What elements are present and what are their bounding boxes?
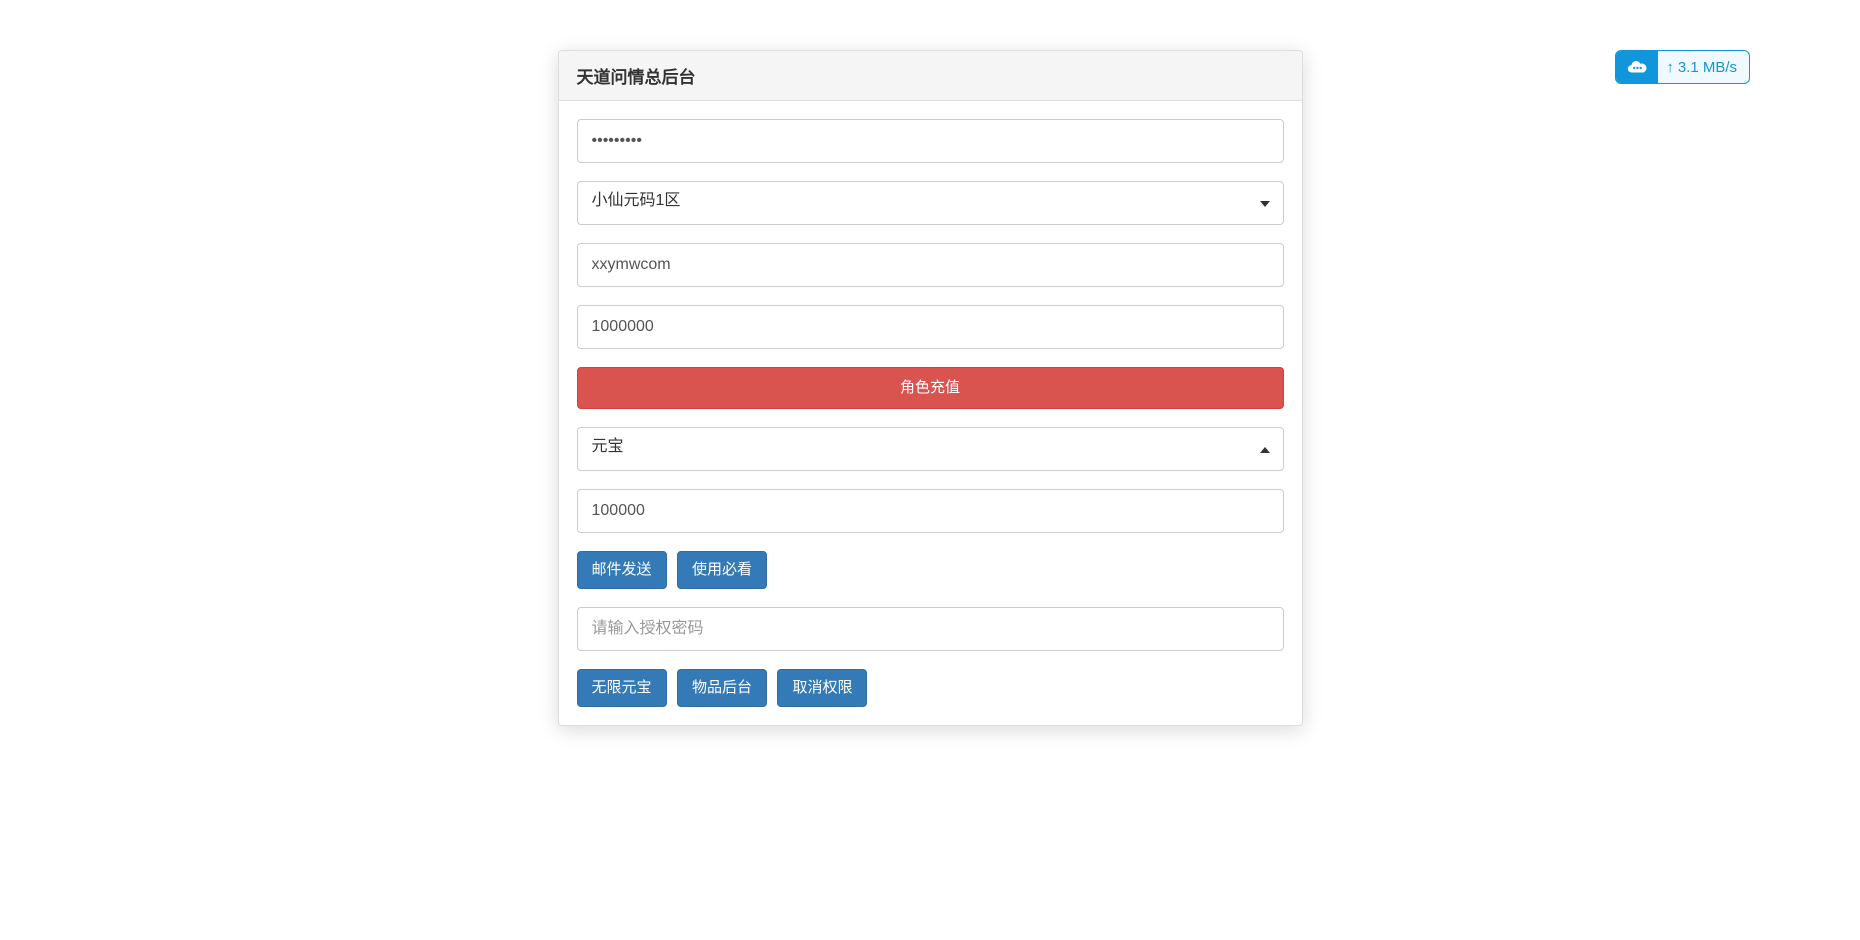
admin-panel: 天道问情总后台 小仙元码1区 角色充值 元宝 邮件发送 使用必看 — [558, 50, 1303, 726]
speed-text: ↑ 3.1 MB/s — [1658, 51, 1749, 83]
amount1-input[interactable] — [577, 305, 1284, 349]
password-input[interactable] — [577, 119, 1284, 163]
usage-button[interactable]: 使用必看 — [677, 551, 767, 589]
panel-header: 天道问情总后台 — [559, 51, 1302, 101]
item-admin-button[interactable]: 物品后台 — [677, 669, 767, 707]
cloud-icon — [1616, 51, 1658, 83]
unlimited-gold-button[interactable]: 无限元宝 — [577, 669, 667, 707]
speed-value: 3.1 MB/s — [1678, 59, 1737, 76]
amount2-input[interactable] — [577, 489, 1284, 533]
button-row-1: 邮件发送 使用必看 — [577, 551, 1284, 589]
panel-title: 天道问情总后台 — [577, 63, 1284, 88]
auth-password-input[interactable] — [577, 607, 1284, 651]
currency-select[interactable]: 元宝 — [577, 427, 1284, 471]
button-row-2: 无限元宝 物品后台 取消权限 — [577, 669, 1284, 707]
panel-body: 小仙元码1区 角色充值 元宝 邮件发送 使用必看 无限元宝 物品后台 取消权限 — [559, 101, 1302, 725]
server-select-value: 小仙元码1区 — [577, 181, 1284, 225]
account-input[interactable] — [577, 243, 1284, 287]
upload-speed-widget[interactable]: ↑ 3.1 MB/s — [1615, 50, 1750, 84]
currency-select-value: 元宝 — [577, 427, 1284, 471]
server-select[interactable]: 小仙元码1区 — [577, 181, 1284, 225]
revoke-permission-button[interactable]: 取消权限 — [777, 669, 867, 707]
mail-send-button[interactable]: 邮件发送 — [577, 551, 667, 589]
upload-arrow-icon: ↑ — [1666, 59, 1674, 76]
recharge-button[interactable]: 角色充值 — [577, 367, 1284, 409]
